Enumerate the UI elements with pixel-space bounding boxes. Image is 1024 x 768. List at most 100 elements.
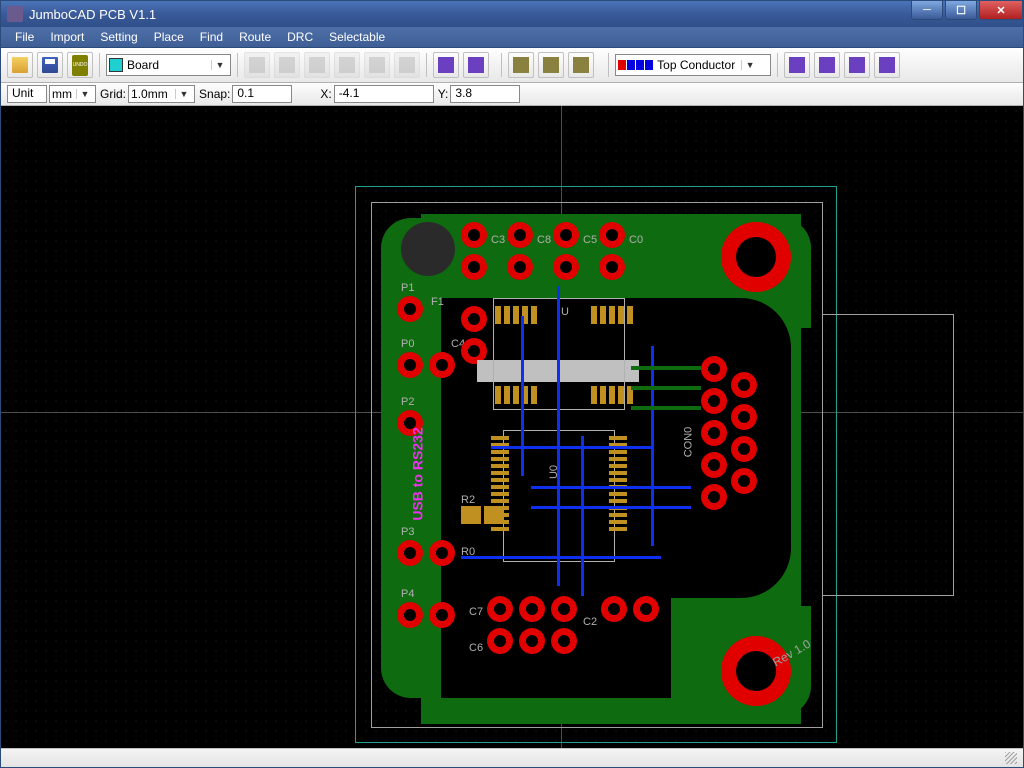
ref-p0: P0: [401, 338, 414, 350]
pad: [599, 222, 625, 248]
trace-bottom: [651, 346, 654, 546]
active-layer-combo[interactable]: Top Conductor ▼: [615, 54, 771, 76]
chevron-down-icon: ▼: [211, 60, 228, 70]
ref-c5: C5: [583, 234, 597, 246]
menu-route[interactable]: Route: [231, 28, 279, 46]
menu-file[interactable]: File: [7, 28, 42, 46]
crosshair-icon: [438, 57, 454, 73]
grid-value: 1.0mm: [131, 87, 171, 101]
pad: [701, 420, 727, 446]
rect-button[interactable]: [874, 52, 900, 78]
tool-icon: [339, 57, 355, 73]
pad: [701, 484, 727, 510]
layer-swatches-icon: [618, 60, 653, 70]
grid-combo[interactable]: 1.0mm ▼: [128, 85, 195, 103]
snap-label: Snap:: [199, 87, 230, 101]
layer-view-combo[interactable]: Board ▼: [106, 54, 231, 76]
line-button[interactable]: [814, 52, 840, 78]
pad: [519, 596, 545, 622]
menu-find[interactable]: Find: [192, 28, 231, 46]
measure-button[interactable]: [538, 52, 564, 78]
undo-icon: UNDO: [72, 55, 88, 76]
menu-import[interactable]: Import: [42, 28, 92, 46]
pad: [553, 222, 579, 248]
arc-button[interactable]: [844, 52, 870, 78]
route-button[interactable]: [568, 52, 594, 78]
tool-2[interactable]: [274, 52, 300, 78]
pad: [551, 596, 577, 622]
ref-r2: R2: [461, 494, 475, 506]
tool-icon: [279, 57, 295, 73]
pad: [633, 596, 659, 622]
ref-p4: P4: [401, 588, 414, 600]
arc-icon: [849, 57, 865, 73]
active-layer-label: Top Conductor: [657, 58, 737, 72]
menu-place[interactable]: Place: [146, 28, 192, 46]
pad: [701, 388, 727, 414]
resize-grip-icon[interactable]: [1005, 752, 1017, 764]
unit-value: mm: [52, 87, 72, 101]
menu-setting[interactable]: Setting: [92, 28, 145, 46]
trace-bottom: [521, 316, 524, 476]
minimize-button[interactable]: ─: [911, 1, 943, 20]
tool-1[interactable]: [244, 52, 270, 78]
pad: [553, 254, 579, 280]
ref-c8: C8: [537, 234, 551, 246]
layer-swatch-icon: [109, 58, 123, 72]
pad: [519, 628, 545, 654]
pad: [731, 372, 757, 398]
pcb-canvas[interactable]: P1 F1 P0 P2 P3 P4 C3 C8 C5 C0 C4 CON0: [1, 106, 1023, 748]
x-label: X:: [320, 87, 331, 101]
tool-5[interactable]: [364, 52, 390, 78]
pad: [701, 452, 727, 478]
status-bar: Unit mm ▼ Grid: 1.0mm ▼ Snap: 0.1 X: -4.…: [1, 83, 1023, 106]
pad: [731, 436, 757, 462]
ref-c7: C7: [469, 606, 483, 618]
cursor-icon: [513, 57, 529, 73]
layer-view-label: Board: [127, 58, 207, 72]
y-label: Y:: [438, 87, 449, 101]
unit-combo[interactable]: mm ▼: [49, 85, 96, 103]
y-readout: 3.8: [450, 85, 520, 103]
pad-p0b: [429, 352, 455, 378]
close-button[interactable]: ✕: [979, 1, 1023, 20]
origin-button[interactable]: [433, 52, 459, 78]
pad: [461, 222, 487, 248]
tool-3[interactable]: [304, 52, 330, 78]
smd-pads-row: [495, 386, 537, 404]
smd-pads-row: [591, 306, 633, 324]
maximize-button[interactable]: ☐: [945, 1, 977, 20]
x-readout: -4.1: [334, 85, 434, 103]
menu-selectable[interactable]: Selectable: [321, 28, 393, 46]
pad: [507, 254, 533, 280]
menu-drc[interactable]: DRC: [279, 28, 321, 46]
ref-p1: P1: [401, 282, 414, 294]
floppy-disk-icon: [42, 57, 58, 73]
grid-label: Grid:: [100, 87, 126, 101]
board-outline-button[interactable]: [463, 52, 489, 78]
ref-f1: F1: [431, 296, 444, 308]
pad: [487, 628, 513, 654]
pad-p0a: [397, 352, 423, 378]
save-button[interactable]: [37, 52, 63, 78]
open-button[interactable]: [7, 52, 33, 78]
menu-bar: File Import Setting Place Find Route DRC…: [1, 27, 1023, 48]
pad-p4b: [429, 602, 455, 628]
fiducial: [401, 222, 455, 276]
smd-pads-row: [591, 386, 633, 404]
grid-icon: [789, 57, 805, 73]
undo-button[interactable]: UNDO: [67, 52, 93, 78]
grid-button[interactable]: [784, 52, 810, 78]
smd-pads-row: [461, 506, 504, 524]
trace-top: [631, 406, 701, 410]
folder-open-icon: [12, 57, 28, 73]
chevron-down-icon: ▼: [741, 60, 758, 70]
select-button[interactable]: [508, 52, 534, 78]
tool-4[interactable]: [334, 52, 360, 78]
pad: [461, 254, 487, 280]
tool-6[interactable]: [394, 52, 420, 78]
unit-label: Unit: [7, 85, 47, 103]
trace-bottom: [531, 506, 691, 509]
snap-input[interactable]: 0.1: [232, 85, 292, 103]
ref-c6: C6: [469, 642, 483, 654]
